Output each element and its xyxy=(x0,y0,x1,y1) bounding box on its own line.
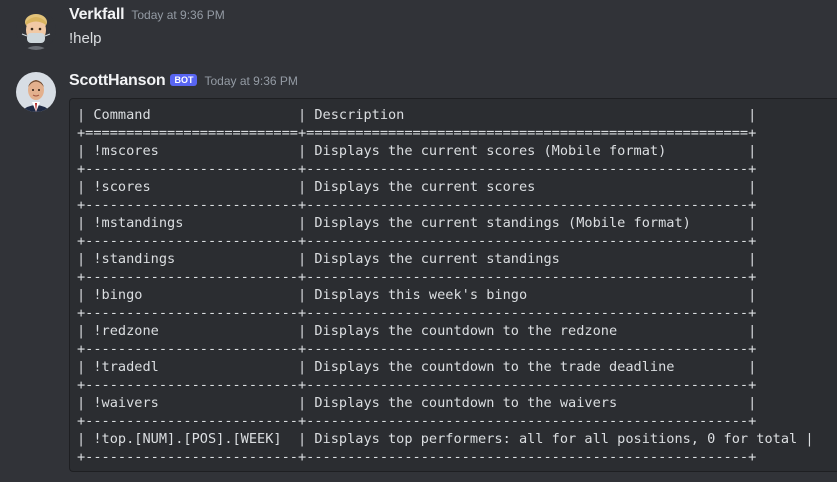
timestamp[interactable]: Today at 9:36 PM xyxy=(131,8,224,22)
code-line: | !top.[NUM].[POS].[WEEK] | Displays top… xyxy=(77,431,814,447)
message-header: Verkfall Today at 9:36 PM xyxy=(69,6,225,24)
code-line: | !mstandings | Displays the current sta… xyxy=(77,215,757,231)
person-photo-avatar-icon xyxy=(16,72,56,112)
code-line: +--------------------------+------------… xyxy=(77,269,757,285)
chat-message-list: Verkfall Today at 9:36 PM !help ScottHan… xyxy=(0,0,837,482)
code-line: +--------------------------+------------… xyxy=(77,449,757,465)
code-block: | Command | Description | +==============… xyxy=(69,98,837,472)
avatar[interactable] xyxy=(16,10,56,50)
code-line: +==========================+============… xyxy=(77,125,757,141)
username[interactable]: ScottHanson xyxy=(69,72,166,90)
code-line: | !standings | Displays the current stan… xyxy=(77,251,757,267)
avatar[interactable] xyxy=(16,72,56,112)
code-line: +--------------------------+------------… xyxy=(77,305,757,321)
message-header: ScottHanson BOT Today at 9:36 PM xyxy=(69,72,298,90)
code-line: +--------------------------+------------… xyxy=(77,161,757,177)
code-line: | Command | Description | xyxy=(77,107,757,123)
code-line: | !bingo | Displays this week's bingo | xyxy=(77,287,757,303)
bot-badge: BOT xyxy=(170,74,198,86)
message-text: !help xyxy=(69,30,102,47)
username[interactable]: Verkfall xyxy=(69,6,125,24)
code-line: | !redzone | Displays the countdown to t… xyxy=(77,323,757,339)
code-line: +--------------------------+------------… xyxy=(77,233,757,249)
command-table: | Command | Description | +==============… xyxy=(77,106,814,466)
code-line: +--------------------------+------------… xyxy=(77,197,757,213)
code-line: +--------------------------+------------… xyxy=(77,413,757,429)
code-line: | !waivers | Displays the countdown to t… xyxy=(77,395,757,411)
memoji-avatar-icon xyxy=(16,10,56,50)
code-line: | !mscores | Displays the current scores… xyxy=(77,143,757,159)
code-line: +--------------------------+------------… xyxy=(77,377,757,393)
code-line: | !scores | Displays the current scores … xyxy=(77,179,757,195)
code-line: +--------------------------+------------… xyxy=(77,341,757,357)
code-line: | !tradedl | Displays the countdown to t… xyxy=(77,359,757,375)
timestamp[interactable]: Today at 9:36 PM xyxy=(204,74,297,88)
